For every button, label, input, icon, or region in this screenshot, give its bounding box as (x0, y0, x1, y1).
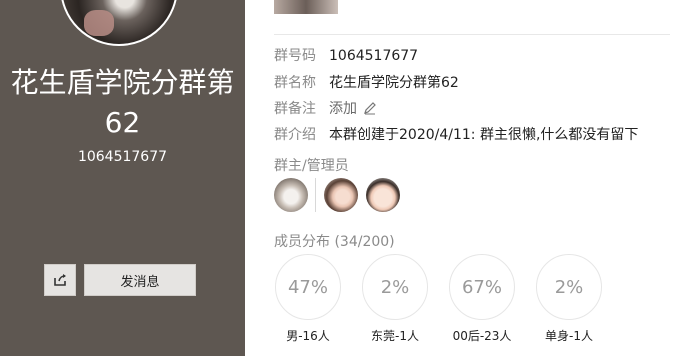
add-remark-link[interactable]: 添加 (329, 101, 357, 117)
location-stat-label: 东莞-1人 (371, 329, 419, 343)
group-intro-label: 群介绍 (274, 127, 316, 143)
group-number-label: 群号码 (274, 48, 316, 64)
divider (274, 34, 670, 35)
owner-avatar[interactable] (274, 178, 308, 212)
group-avatar[interactable] (60, 0, 178, 46)
relationship-stat-label: 单身-1人 (545, 329, 593, 343)
admin-avatar-2[interactable] (366, 178, 400, 212)
share-icon (54, 274, 66, 286)
group-photo-thumbnail[interactable] (274, 0, 338, 14)
relationship-stat-circle: 2% (536, 254, 602, 320)
group-remark-row: 群备注 添加 (274, 100, 377, 118)
group-intro-row: 群介绍 本群创建于2020/4/11: 群主很懒,什么都没有留下 (274, 126, 638, 144)
pencil-icon[interactable] (363, 101, 377, 115)
admins-label: 群主/管理员 (274, 158, 349, 174)
group-name-row: 群名称 花生盾学院分群第62 (274, 74, 459, 92)
send-message-button[interactable]: 发消息 (84, 264, 196, 296)
age-stat-circle: 67% (449, 254, 515, 320)
group-remark-label: 群备注 (274, 101, 316, 117)
group-name-value[interactable]: 花生盾学院分群第62 (329, 75, 459, 91)
group-name-label: 群名称 (274, 75, 316, 91)
avatar-image-detail (84, 10, 114, 36)
gender-stat-circle: 47% (275, 254, 341, 320)
group-id: 1064517677 (77, 149, 168, 165)
group-number-value[interactable]: 1064517677 (329, 48, 418, 64)
group-number-row: 群号码 1064517677 (274, 47, 418, 65)
admin-separator (315, 178, 316, 212)
share-button[interactable] (44, 264, 76, 296)
age-stat-label: 00后-23人 (452, 329, 512, 343)
member-distribution-label: 成员分布 (34/200) (274, 234, 395, 250)
gender-stat-label: 男-16人 (286, 329, 330, 343)
group-title: 花生盾学院分群第62 (10, 66, 235, 139)
group-intro-value: 本群创建于2020/4/11: 群主很懒,什么都没有留下 (329, 127, 639, 143)
admin-avatar-1[interactable] (324, 178, 358, 212)
group-profile-panel: 花生盾学院分群第62 1064517677 发消息 (0, 0, 245, 356)
admin-avatar-list (274, 177, 400, 213)
location-stat-circle: 2% (362, 254, 428, 320)
